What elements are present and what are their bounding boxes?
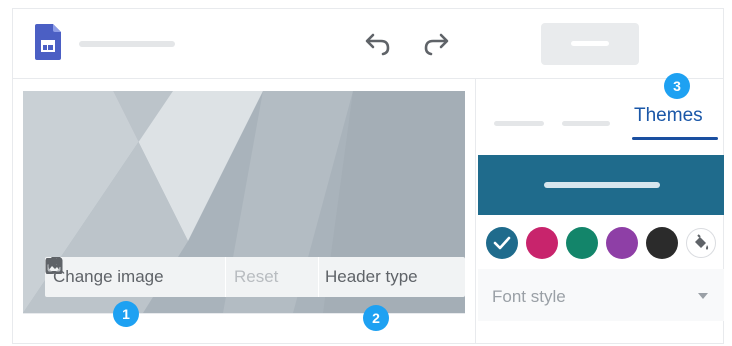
header-type-label: Header type xyxy=(325,267,418,286)
custom-color-button[interactable] xyxy=(686,228,716,258)
header-type-icon xyxy=(45,258,63,274)
top-bar xyxy=(13,9,723,79)
callout-badge-1: 1 xyxy=(113,301,139,327)
tab-placeholder-1[interactable] xyxy=(494,121,544,126)
theme-preview-title-placeholder xyxy=(544,182,660,188)
page-canvas: Change image Reset Header type xyxy=(13,79,475,343)
change-image-button[interactable]: Change image xyxy=(45,257,225,297)
color-swatch-black[interactable] xyxy=(646,227,678,259)
sites-logo-icon xyxy=(35,24,61,60)
app-window: Change image Reset Header type 1 2 3 The… xyxy=(12,8,724,344)
publish-button-label-placeholder xyxy=(571,41,609,46)
chevron-down-icon xyxy=(698,293,708,299)
font-style-label: Font style xyxy=(492,287,566,306)
font-style-dropdown[interactable]: Font style xyxy=(478,269,724,321)
site-title-placeholder[interactable] xyxy=(79,41,175,47)
header-image[interactable]: Change image Reset Header type xyxy=(23,91,465,313)
undo-icon[interactable] xyxy=(361,31,393,59)
section-divider xyxy=(23,313,465,314)
color-swatch-magenta[interactable] xyxy=(526,227,558,259)
color-swatch-blue[interactable] xyxy=(486,227,518,259)
paint-bucket-icon xyxy=(695,234,709,250)
reset-label: Reset xyxy=(234,267,279,286)
redo-icon[interactable] xyxy=(421,31,453,59)
tab-themes[interactable]: Themes xyxy=(634,105,703,127)
checkmark-icon xyxy=(493,236,511,250)
header-type-button[interactable]: Header type xyxy=(45,257,418,297)
change-image-label: Change image xyxy=(53,267,164,286)
reset-button[interactable]: Reset xyxy=(46,257,318,297)
publish-button[interactable] xyxy=(541,23,639,65)
color-swatch-purple[interactable] xyxy=(606,227,638,259)
callout-badge-2: 2 xyxy=(363,305,389,331)
active-tab-indicator xyxy=(632,137,718,140)
tab-placeholder-2[interactable] xyxy=(562,121,610,126)
theme-preview[interactable] xyxy=(478,155,724,215)
color-swatch-green[interactable] xyxy=(566,227,598,259)
header-toolbar: Change image Reset Header type xyxy=(45,257,465,297)
side-panel: Themes Font style xyxy=(475,79,724,343)
